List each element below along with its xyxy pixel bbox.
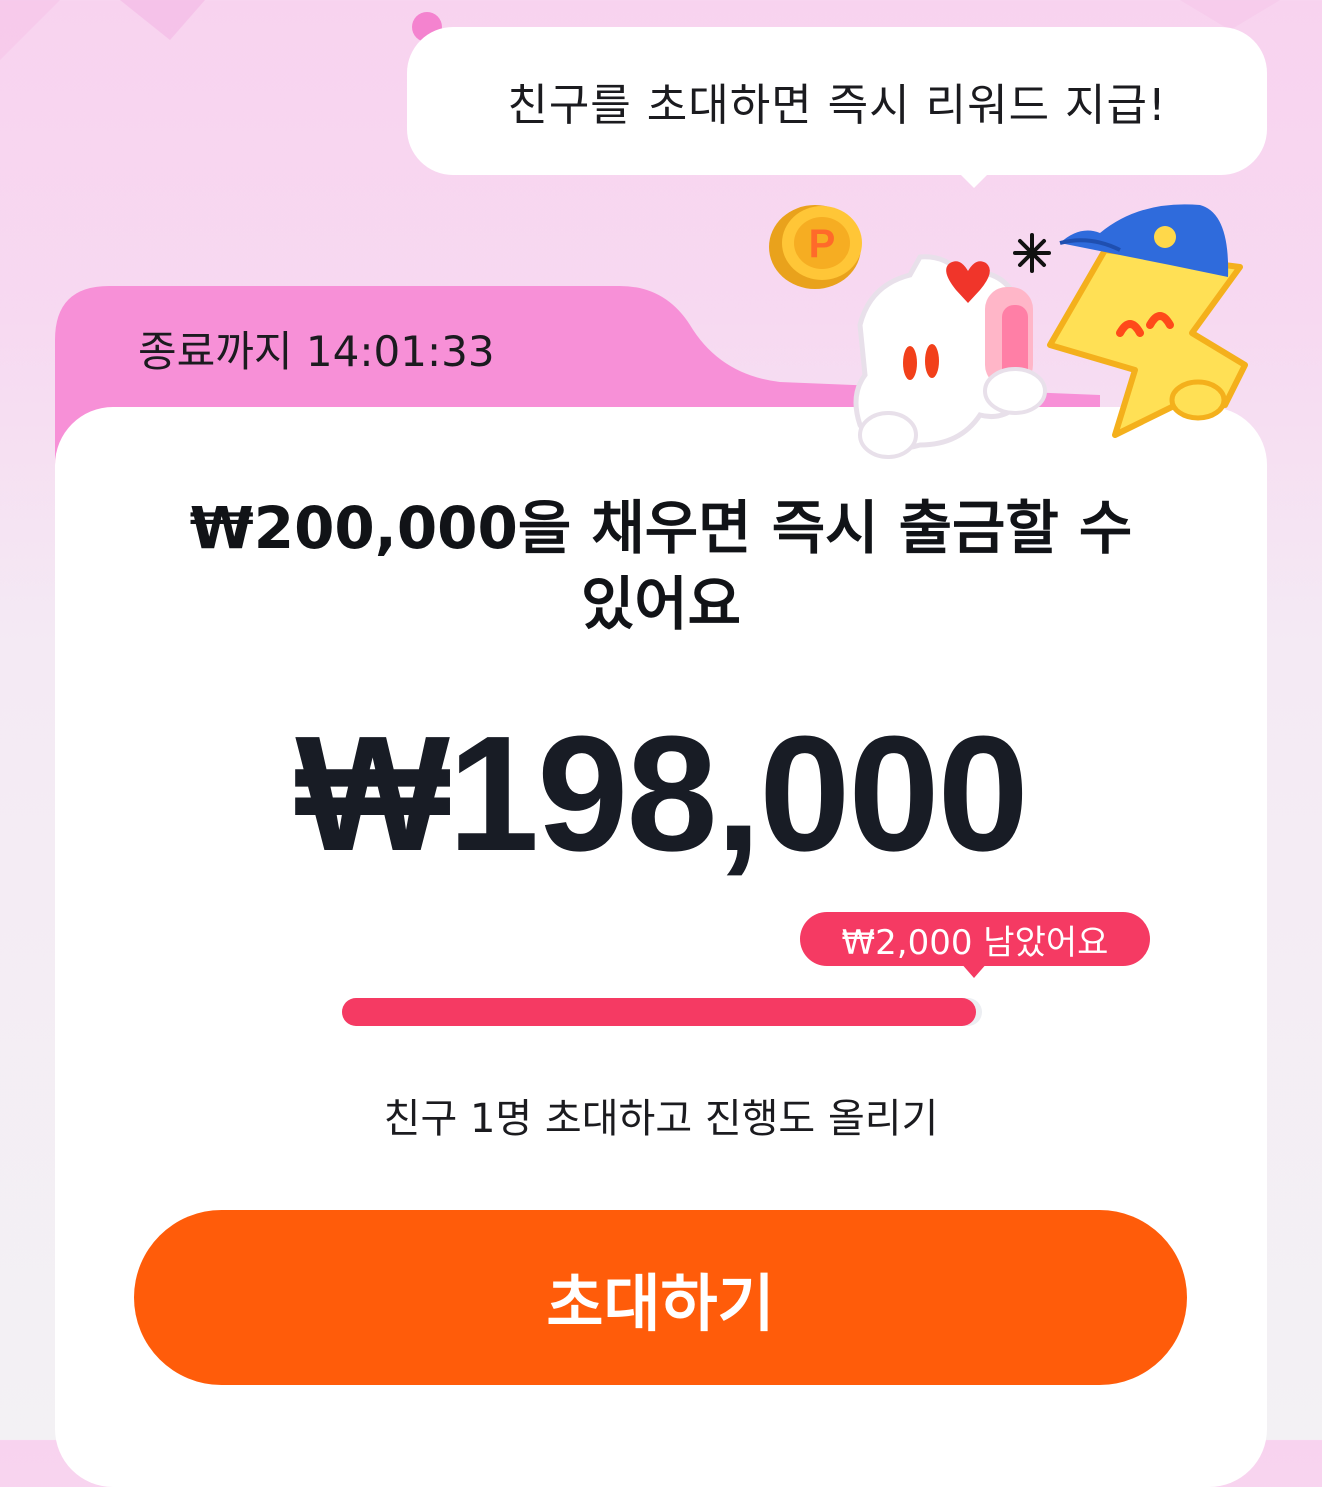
ghost-character-icon	[853, 254, 1047, 459]
goal-headline: ₩200,000을 채우면 즉시 출금할 수 있어요	[55, 490, 1267, 642]
mascot-illustration: P	[769, 204, 1248, 459]
progress-fill	[342, 998, 976, 1026]
coin-icon: P	[769, 205, 862, 289]
goal-headline-line2: 있어요	[580, 570, 742, 638]
lightning-character-icon	[1047, 247, 1248, 438]
speech-bubble-tail	[956, 170, 992, 188]
remaining-badge-tail	[960, 962, 988, 978]
sparkle-icon	[1013, 233, 1051, 273]
speech-bubble-text: 친구를 초대하면 즉시 리워드 지급!	[507, 80, 1167, 131]
invite-hint: 친구 1명 초대하고 진행도 올리기	[383, 1096, 939, 1142]
progress-bar	[342, 998, 982, 1026]
countdown-timer: 종료까지 14:01:33	[138, 327, 495, 376]
coin-letter: P	[809, 222, 836, 266]
goal-headline-line1: ₩200,000을 채우면 즉시 출금할 수	[189, 494, 1133, 562]
balance-amount: ₩198,000	[295, 702, 1029, 885]
invite-button[interactable]: 초대하기	[134, 1210, 1187, 1385]
speech-bubble: 친구를 초대하면 즉시 리워드 지급!	[407, 27, 1267, 175]
remaining-badge: ₩2,000 남았어요	[800, 912, 1150, 966]
